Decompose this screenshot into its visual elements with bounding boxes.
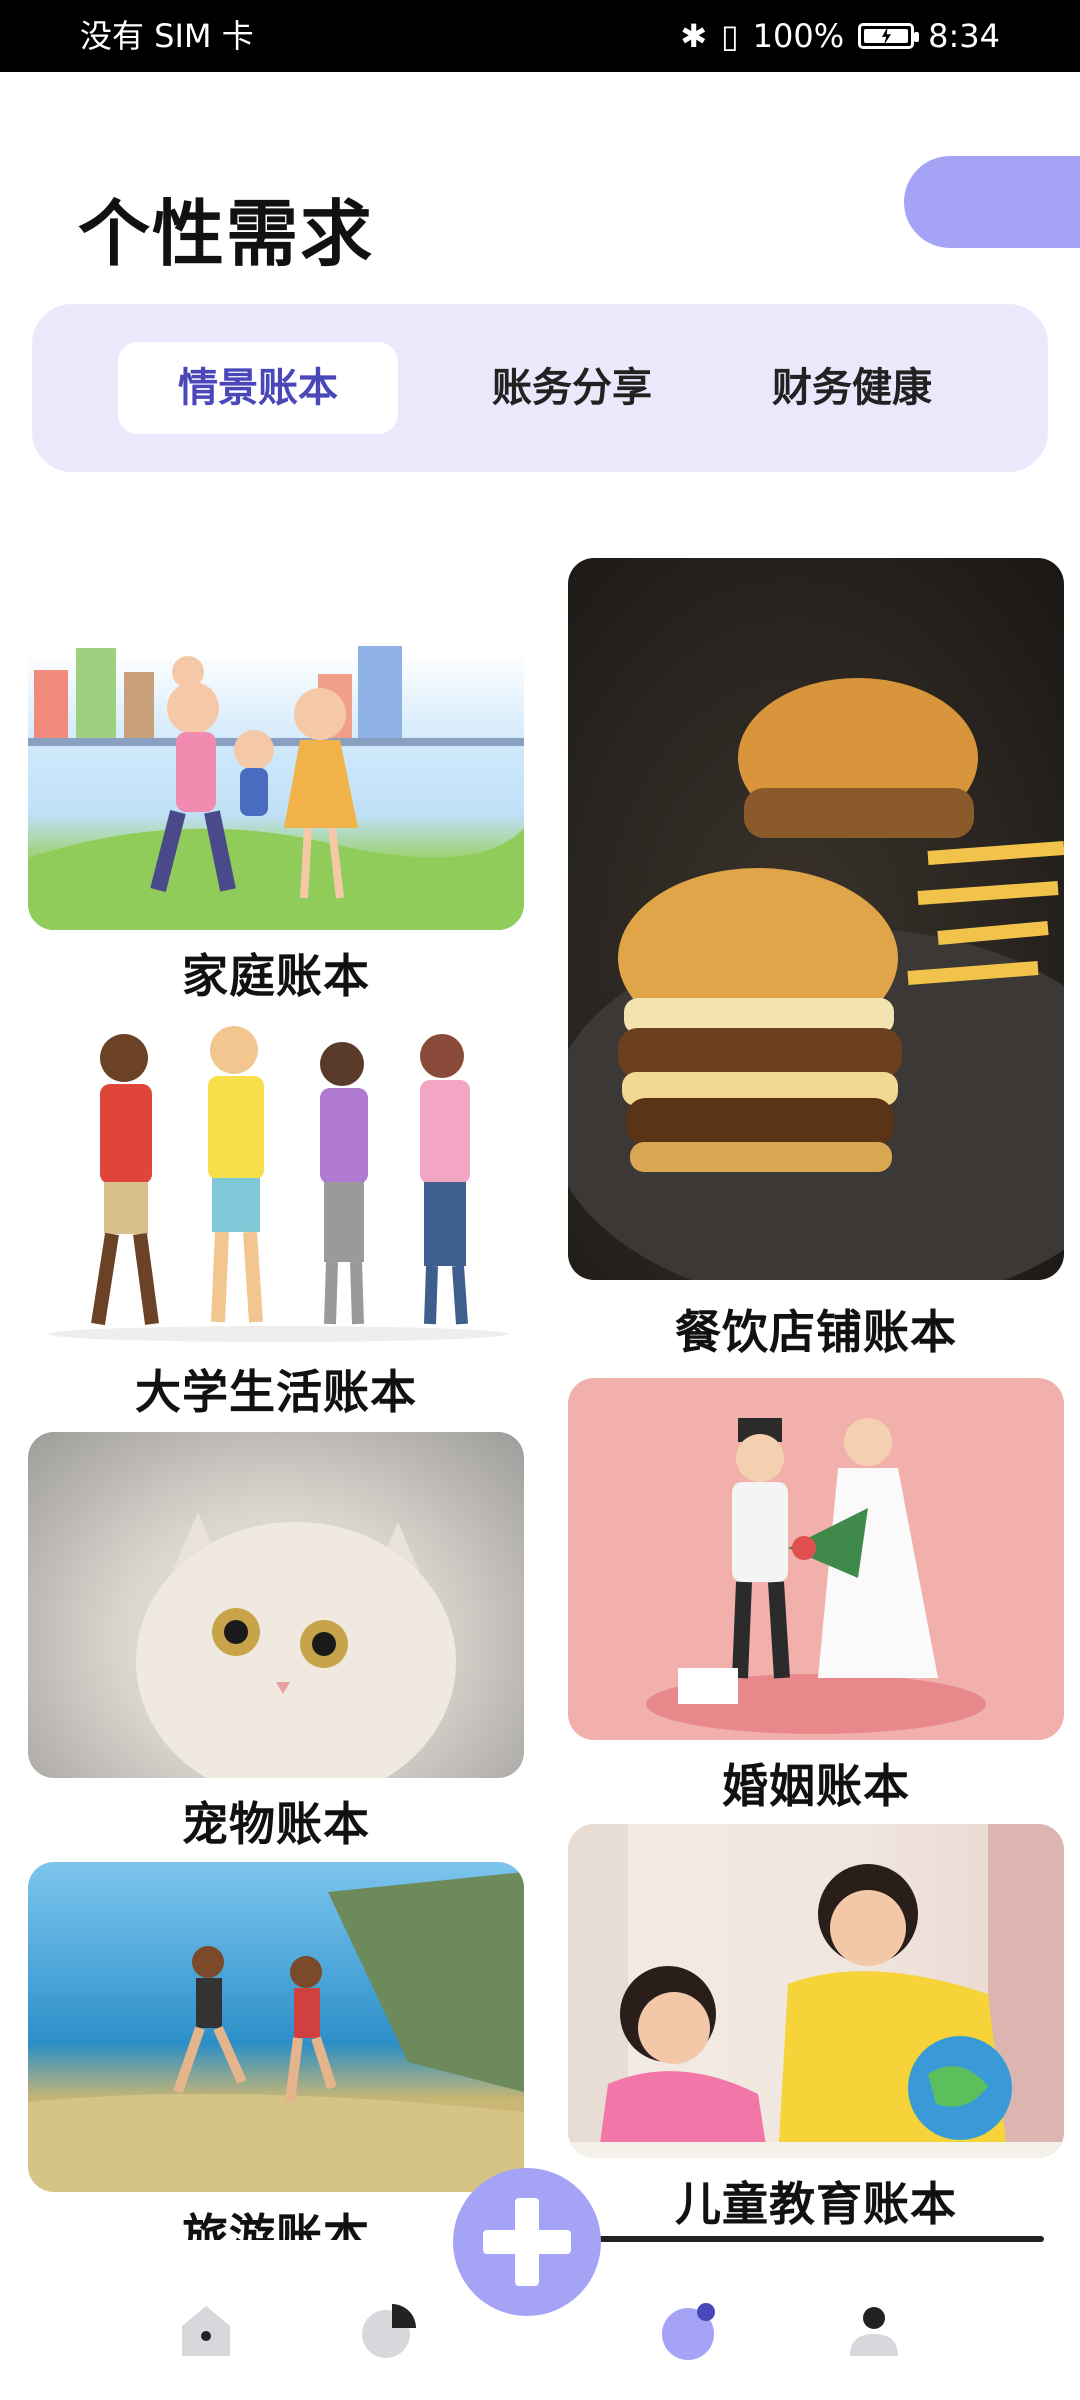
card-label: 婚姻账本 — [722, 1759, 910, 1813]
marriage-image — [568, 1378, 1064, 1740]
profile-icon[interactable] — [842, 2298, 906, 2362]
header-action-button[interactable] — [904, 156, 1080, 248]
card-label: 宠物账本 — [182, 1797, 370, 1851]
status-bar: 没有 SIM 卡 ✱ ▯ 100% 8:34 — [0, 0, 1080, 72]
card-marriage[interactable]: 婚姻账本 — [568, 1378, 1064, 1818]
status-right: ✱ ▯ 100% 8:34 — [680, 16, 1000, 56]
battery-percent: 100% — [752, 17, 845, 55]
bluetooth-icon: ✱ — [680, 17, 708, 55]
travel-image — [28, 1862, 524, 2192]
card-children[interactable]: 儿童教育账本 — [568, 1824, 1064, 2244]
discover-icon[interactable] — [658, 2298, 722, 2362]
card-pet[interactable]: 宠物账本 — [28, 1432, 524, 1852]
card-travel[interactable]: 旅游账本 — [28, 1862, 524, 2263]
card-label: 大学生活账本 — [135, 1365, 417, 1419]
college-students-image — [28, 1022, 524, 1344]
card-label: 餐饮店铺账本 — [675, 1305, 957, 1359]
card-restaurant[interactable]: 餐饮店铺账本 — [568, 558, 1064, 1359]
pet-cat-image — [28, 1432, 524, 1778]
clock: 8:34 — [928, 17, 1000, 55]
home-icon[interactable] — [174, 2298, 238, 2362]
family-image — [28, 628, 524, 930]
restaurant-burger-image — [568, 558, 1064, 1280]
segmented-tabs: 情景账本 账务分享 财务健康 — [32, 304, 1048, 472]
card-family[interactable]: 家庭账本 — [28, 628, 524, 1008]
page-title: 个性需求 — [78, 192, 375, 276]
add-record-button[interactable] — [453, 2168, 601, 2316]
battery-icon — [858, 23, 920, 49]
card-label: 家庭账本 — [182, 949, 370, 1003]
tab-ledger-share[interactable]: 账务分享 — [432, 342, 712, 434]
card-label: 儿童教育账本 — [675, 2177, 957, 2231]
chart-icon[interactable] — [358, 2298, 422, 2362]
divider — [598, 2236, 1044, 2242]
tab-scene-ledger[interactable]: 情景账本 — [118, 342, 398, 434]
vibrate-icon: ▯ — [721, 17, 739, 55]
tab-financial-health[interactable]: 财务健康 — [712, 342, 992, 434]
carrier-text: 没有 SIM 卡 — [80, 17, 254, 55]
children-education-image — [568, 1824, 1064, 2158]
card-college[interactable]: 大学生活账本 — [28, 1022, 524, 1422]
